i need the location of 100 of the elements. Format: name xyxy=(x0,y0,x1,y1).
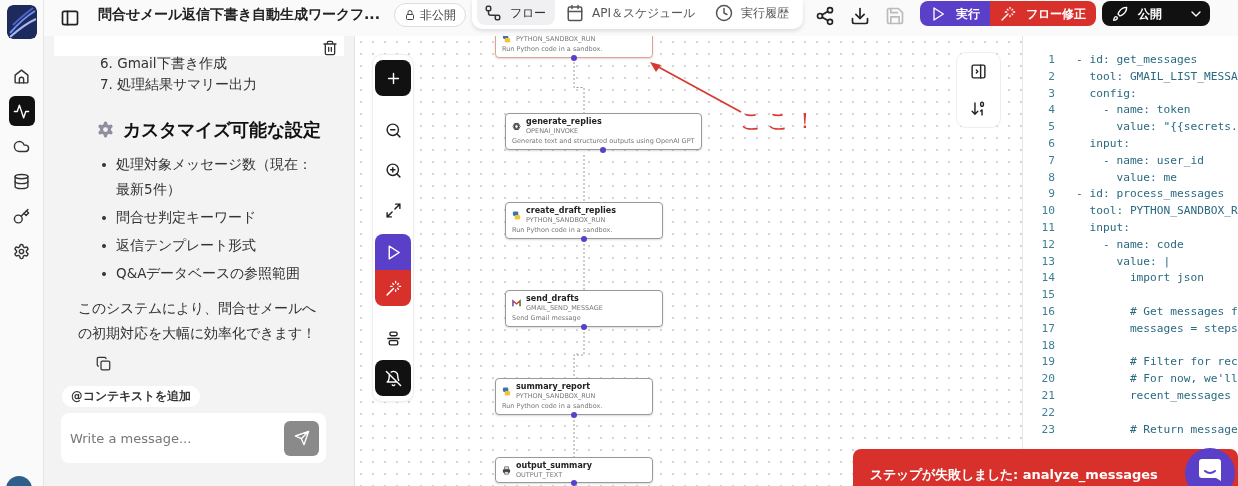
message-field[interactable]: Write a message... xyxy=(68,427,284,449)
line-number: 15 xyxy=(1040,287,1055,304)
delete-button[interactable] xyxy=(322,39,338,56)
workflow-title: 問合せメール返信下書き自動生成ワークフ... xyxy=(98,5,380,24)
code-line: - id: get_messages xyxy=(1076,52,1198,68)
connection-handle[interactable] xyxy=(600,147,607,153)
connection-handle[interactable] xyxy=(571,412,577,418)
tab[interactable]: 実行履歴 xyxy=(707,0,798,25)
node-title: send_drafts xyxy=(526,294,580,304)
list-item: 処理対象メッセージ数（現在：最新5件） xyxy=(116,155,313,199)
clock-icon xyxy=(714,3,733,22)
add-context-button[interactable]: @コンテキストを追加 xyxy=(62,386,200,408)
code-line: - id: process_messages xyxy=(1076,186,1225,203)
zoom-out-icon xyxy=(384,121,402,139)
line-number: 14 xyxy=(1040,270,1055,287)
python-icon xyxy=(502,36,511,43)
gear-icon xyxy=(96,120,115,139)
connector-line xyxy=(583,154,585,203)
printer-icon xyxy=(502,465,511,475)
line-number: 7 xyxy=(1047,152,1055,169)
bell-off-icon xyxy=(384,369,402,387)
code-line: - name: token xyxy=(1101,102,1191,119)
rocket-icon xyxy=(1111,5,1128,22)
line-number: 10 xyxy=(1040,203,1055,220)
line-number: 3 xyxy=(1047,85,1055,102)
send-button[interactable] xyxy=(284,420,319,456)
fix-flow-button[interactable] xyxy=(375,270,411,306)
line-number: 6 xyxy=(1047,136,1055,152)
node-title: output_summary xyxy=(516,461,592,471)
code-line: input: xyxy=(1088,136,1130,152)
node-title: generate_replies xyxy=(526,117,602,127)
zoom-in-icon xyxy=(384,161,402,179)
key-icon xyxy=(13,207,30,225)
list-item: 6. Gmail下書き作成 xyxy=(100,54,228,72)
run-button[interactable]: 実行 xyxy=(919,1,990,26)
copy-button[interactable] xyxy=(96,356,111,371)
tab[interactable]: API＆スケジュール xyxy=(558,0,704,25)
trash-icon xyxy=(322,39,338,56)
line-number: 11 xyxy=(1040,219,1055,236)
align-icon xyxy=(384,329,402,347)
line-number: 23 xyxy=(1040,421,1055,438)
fix-flow-button[interactable]: フロー修正 xyxy=(989,1,1096,26)
bullet-icon xyxy=(102,216,106,220)
activity-icon xyxy=(13,102,30,120)
line-number: 20 xyxy=(1040,371,1055,388)
code-line: # For now, we'll xyxy=(1128,371,1238,388)
line-number: 12 xyxy=(1040,236,1055,253)
code-line: messages = steps xyxy=(1128,320,1238,337)
connector-line xyxy=(573,331,585,379)
nav-button[interactable] xyxy=(8,96,35,126)
database-icon xyxy=(13,172,30,190)
run-flow-button[interactable] xyxy=(375,234,411,270)
code-line: # Return message xyxy=(1128,421,1238,438)
openai-icon xyxy=(512,121,521,131)
panel-icon xyxy=(970,63,987,80)
magic-wand-icon xyxy=(999,5,1016,22)
code-line: value: | xyxy=(1115,253,1171,270)
code-line: # Filter for rec xyxy=(1128,354,1238,371)
code-line: - name: user_id xyxy=(1101,152,1204,169)
line-number: 9 xyxy=(1047,186,1055,203)
code-line: - name: code xyxy=(1101,236,1184,253)
line-number: 4 xyxy=(1047,102,1055,119)
list-item: 問合せ判定キーワード xyxy=(116,208,256,227)
sort-button[interactable] xyxy=(970,100,987,117)
panel-toggle-button[interactable] xyxy=(970,63,987,80)
add-node-button[interactable] xyxy=(375,60,411,96)
gmail-icon xyxy=(512,298,521,308)
publish-button[interactable]: 公開 xyxy=(1101,1,1210,26)
code-line: tool: GMAIL_LIST_MESSA xyxy=(1088,68,1238,85)
connection-handle[interactable] xyxy=(571,480,577,486)
message-text: このシステムにより、問合せメールへの初期対応を大幅に効率化できます！ xyxy=(78,299,317,343)
copy-icon xyxy=(96,356,111,371)
code-line: config: xyxy=(1088,85,1137,102)
download-icon xyxy=(849,6,870,26)
python-icon xyxy=(512,210,521,220)
annotation-text: ここ！ xyxy=(740,107,820,135)
connection-handle[interactable] xyxy=(581,236,587,242)
line-number: 22 xyxy=(1040,404,1055,421)
list-item: 返信テンプレート形式 xyxy=(116,236,256,255)
python-icon xyxy=(502,386,511,396)
magic-wand-icon xyxy=(384,279,402,297)
tab[interactable]: フロー xyxy=(476,0,555,25)
mute-button[interactable] xyxy=(375,360,411,396)
line-number: 5 xyxy=(1047,119,1055,136)
connection-handle[interactable] xyxy=(571,55,577,61)
code-line: recent_messages xyxy=(1128,387,1231,404)
code-line: value: "{{secrets. xyxy=(1115,119,1238,136)
message-input[interactable]: Write a message... xyxy=(61,413,326,464)
send-icon xyxy=(293,430,310,447)
connector-line xyxy=(583,243,585,291)
line-number: 8 xyxy=(1047,169,1055,186)
code-line: tool: PYTHON_SANDBOX_R xyxy=(1088,203,1238,220)
line-number: 21 xyxy=(1040,387,1055,404)
connection-handle[interactable] xyxy=(581,324,587,330)
line-number: 18 xyxy=(1040,337,1055,354)
visibility-badge[interactable]: 非公開 xyxy=(393,3,466,27)
code-line: value: me xyxy=(1115,169,1178,186)
settings-icon xyxy=(13,242,30,260)
code-line: # Get messages f xyxy=(1128,303,1238,320)
sidebar-icon xyxy=(60,8,80,28)
